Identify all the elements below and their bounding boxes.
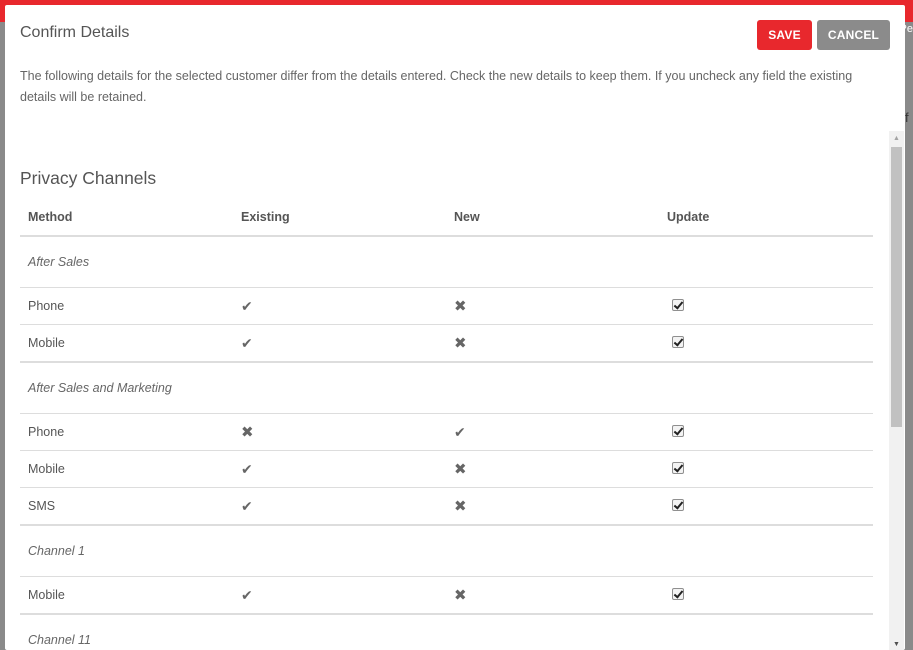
- group-row: Channel 11: [20, 613, 873, 650]
- column-header-method: Method: [20, 198, 233, 237]
- method-cell: SMS: [20, 487, 233, 525]
- group-row: Channel 1: [20, 524, 873, 577]
- background-overlay-right: f: [905, 22, 913, 650]
- save-button[interactable]: SAVE: [757, 20, 812, 50]
- check-icon: ✔: [241, 297, 253, 314]
- update-checkbox[interactable]: [672, 298, 684, 311]
- table-row: Phone ✖ ✔: [20, 413, 873, 451]
- dialog-title: Confirm Details: [20, 24, 130, 41]
- cross-icon: ✖: [454, 335, 467, 352]
- update-cell: [659, 324, 873, 362]
- check-icon: ✔: [241, 497, 253, 514]
- group-row: After Sales and Marketing: [20, 361, 873, 414]
- confirm-details-dialog: Confirm Details SAVE CANCEL The followin…: [5, 5, 905, 650]
- new-cell: ✔: [446, 413, 659, 451]
- method-cell: Phone: [20, 287, 233, 325]
- new-cell: ✖: [446, 450, 659, 488]
- scroll-up-arrow-icon[interactable]: ▲: [889, 131, 904, 146]
- existing-cell: ✖: [233, 413, 446, 451]
- update-cell: [659, 487, 873, 525]
- section-title: Privacy Channels: [20, 168, 157, 188]
- existing-cell: ✔: [233, 450, 446, 488]
- existing-cell: ✔: [233, 487, 446, 525]
- table-header-row: Method Existing New Update: [20, 198, 873, 237]
- cross-icon: ✖: [454, 587, 467, 604]
- new-cell: ✖: [446, 324, 659, 362]
- existing-cell: ✔: [233, 576, 446, 614]
- table-row: SMS ✔ ✖: [20, 487, 873, 525]
- cross-icon: ✖: [454, 298, 467, 315]
- cancel-button[interactable]: CANCEL: [817, 20, 890, 50]
- existing-cell: ✔: [233, 324, 446, 362]
- group-row: After Sales: [20, 236, 873, 288]
- cross-icon: ✖: [454, 461, 467, 478]
- method-cell: Mobile: [20, 576, 233, 614]
- privacy-channels-table: Method Existing New Update After Sales Ph…: [20, 198, 873, 650]
- new-cell: ✖: [446, 576, 659, 614]
- method-cell: Mobile: [20, 324, 233, 362]
- cross-icon: ✖: [241, 424, 254, 441]
- update-checkbox[interactable]: [672, 461, 684, 474]
- new-cell: ✖: [446, 487, 659, 525]
- group-label: After Sales and Marketing: [20, 361, 873, 414]
- check-icon: ✔: [454, 423, 466, 440]
- method-cell: Mobile: [20, 450, 233, 488]
- check-icon: ✔: [241, 334, 253, 351]
- check-icon: ✔: [241, 460, 253, 477]
- column-header-existing: Existing: [233, 198, 446, 237]
- group-label: After Sales: [28, 255, 90, 269]
- dialog-description: The following details for the selected c…: [20, 69, 853, 104]
- dialog-scroll-area[interactable]: Privacy Channels Method Existing New Upd…: [5, 130, 905, 650]
- update-checkbox[interactable]: [672, 498, 684, 511]
- cross-icon: ✖: [454, 498, 467, 515]
- scrollbar-thumb[interactable]: [891, 147, 902, 427]
- update-cell: [659, 450, 873, 488]
- column-header-update: Update: [659, 198, 873, 237]
- table-row: Phone ✔ ✖: [20, 287, 873, 325]
- vertical-scrollbar[interactable]: ▲ ▼: [889, 131, 904, 650]
- method-cell: Phone: [20, 413, 233, 451]
- group-label: Channel 11: [20, 613, 873, 650]
- table-row: Mobile ✔ ✖: [20, 324, 873, 362]
- group-label: Channel 1: [20, 524, 873, 577]
- column-header-new: New: [446, 198, 659, 237]
- existing-cell: ✔: [233, 287, 446, 325]
- table-row: Mobile ✔ ✖: [20, 576, 873, 614]
- update-cell: [659, 413, 873, 451]
- update-checkbox[interactable]: [672, 587, 684, 600]
- privacy-channels-table-wrap: Method Existing New Update After Sales Ph…: [20, 198, 873, 650]
- update-cell: [659, 576, 873, 614]
- update-checkbox[interactable]: [672, 335, 684, 348]
- new-cell: ✖: [446, 287, 659, 325]
- update-cell: [659, 287, 873, 325]
- update-checkbox[interactable]: [672, 424, 684, 437]
- scroll-down-arrow-icon[interactable]: ▼: [889, 640, 904, 650]
- check-icon: ✔: [241, 586, 253, 603]
- background-text-fragment: f: [905, 110, 909, 125]
- table-row: Mobile ✔ ✖: [20, 450, 873, 488]
